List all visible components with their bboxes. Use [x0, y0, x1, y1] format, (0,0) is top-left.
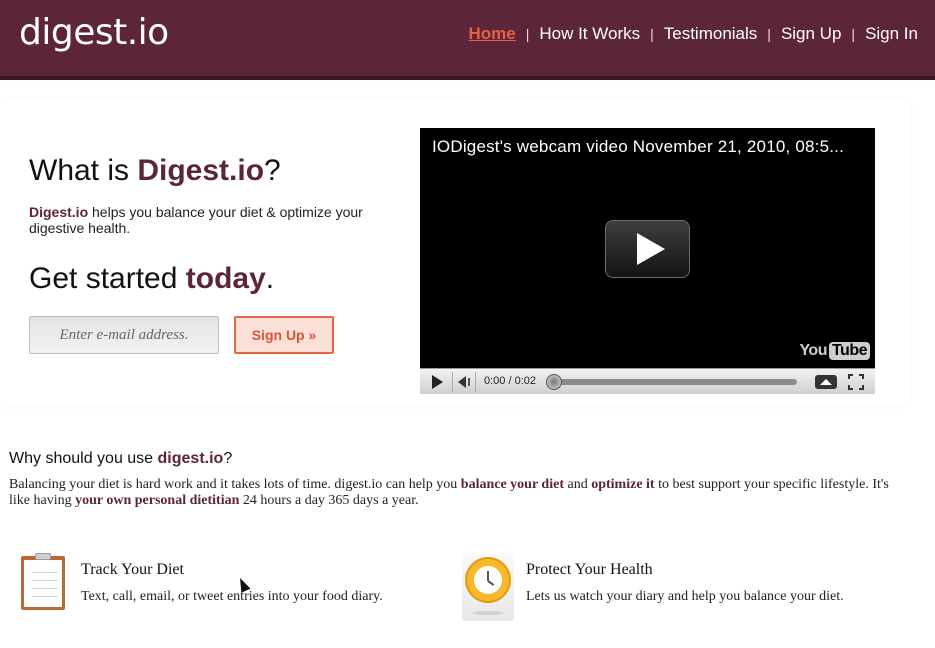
youtube-logo-you: You: [799, 342, 827, 359]
stopwatch-icon: [462, 553, 514, 621]
progress-handle[interactable]: [546, 374, 562, 390]
fullscreen-button[interactable]: [848, 374, 864, 390]
why-paragraph: Balancing your diet is hard work and it …: [9, 477, 909, 509]
volume-button[interactable]: [452, 372, 476, 392]
arrow-up-icon: [820, 379, 832, 385]
highlight-dietitian: your own personal dietitian: [75, 493, 240, 508]
highlight-balance: balance your diet: [460, 477, 564, 492]
nav-sign-up[interactable]: Sign Up: [781, 24, 841, 44]
why-text-part: 24 hours a day 365 days a year.: [239, 493, 419, 508]
hero-heading-brand: Digest.io: [137, 154, 265, 187]
signup-button[interactable]: Sign Up »: [234, 316, 334, 354]
hero-description-brand: Digest.io: [29, 204, 89, 220]
why-heading: Why should you use digest.io?: [9, 450, 232, 468]
speaker-icon: [458, 376, 466, 388]
big-play-button[interactable]: [605, 220, 690, 278]
play-button[interactable]: [424, 372, 450, 392]
nav-separator: |: [851, 26, 856, 42]
nav-separator: |: [650, 26, 654, 42]
why-text-part: and: [564, 477, 592, 492]
hero-heading-suffix: ?: [264, 154, 281, 187]
clipboard-icon: [21, 553, 65, 610]
hero-description: Digest.io helps you balance your diet & …: [29, 204, 389, 236]
youtube-logo[interactable]: You Tube: [799, 342, 870, 360]
nav-separator: |: [525, 26, 530, 42]
hero-heading-prefix: What is: [29, 154, 138, 187]
video-time: 0:00 / 0:02: [484, 375, 536, 387]
video-player[interactable]: IODigest's webcam video November 21, 201…: [420, 128, 875, 394]
nav-testimonials[interactable]: Testimonials: [664, 24, 758, 44]
nav-separator: |: [767, 26, 771, 42]
highlight-optimize: optimize it: [591, 477, 655, 492]
feature-desc-protect: Lets us watch your diary and help you ba…: [526, 589, 844, 604]
nav-sign-in[interactable]: Sign In: [865, 24, 918, 44]
site-header: digest.io Home | How It Works | Testimon…: [0, 0, 935, 80]
volume-level-icon: [467, 378, 470, 386]
quality-button[interactable]: [815, 375, 837, 389]
get-started-heading: Get started today.: [29, 262, 274, 296]
feature-title-protect: Protect Your Health: [526, 561, 653, 578]
video-title[interactable]: IODigest's webcam video November 21, 201…: [432, 137, 844, 157]
why-heading-brand: digest.io: [157, 450, 224, 467]
hero-heading: What is Digest.io?: [29, 154, 281, 188]
email-input[interactable]: [29, 316, 219, 354]
why-heading-suffix: ?: [223, 450, 233, 467]
nav-home[interactable]: Home: [468, 24, 515, 44]
feature-desc-track: Text, call, email, or tweet entries into…: [81, 589, 383, 604]
feature-title-track: Track Your Diet: [81, 561, 184, 578]
get-started-suffix: .: [265, 262, 275, 295]
why-text-part: Balancing your diet is hard work and it …: [9, 477, 461, 492]
play-icon: [636, 233, 665, 265]
play-icon: [431, 375, 443, 389]
main-nav: Home | How It Works | Testimonials | Sig…: [468, 24, 918, 44]
video-controls: 0:00 / 0:02: [420, 368, 875, 394]
get-started-highlight: today: [185, 262, 266, 295]
get-started-prefix: Get started: [29, 262, 186, 295]
progress-bar[interactable]: [552, 379, 797, 385]
why-heading-prefix: Why should you use: [9, 450, 158, 467]
site-logo[interactable]: digest.io: [19, 12, 169, 53]
nav-how-it-works[interactable]: How It Works: [539, 24, 640, 44]
youtube-logo-tube: Tube: [828, 342, 870, 360]
